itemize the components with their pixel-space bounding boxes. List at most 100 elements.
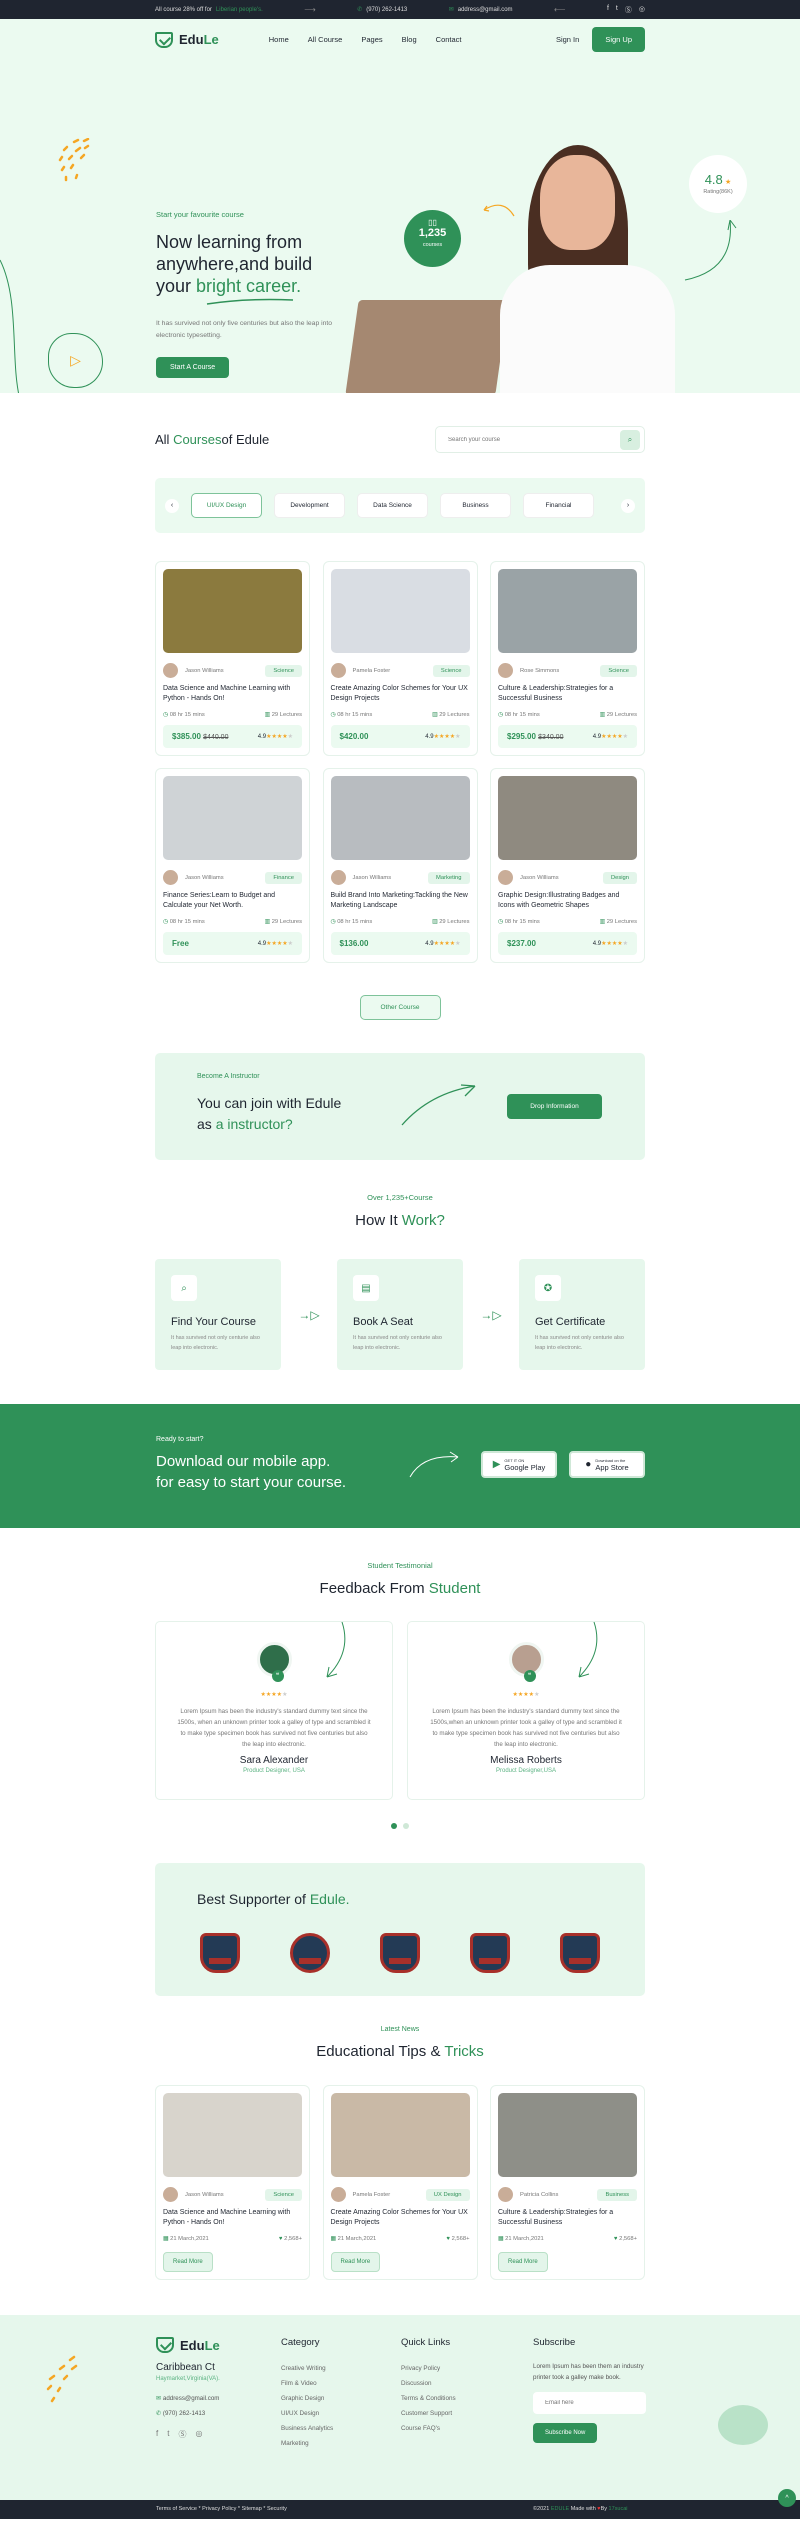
footer-category-link[interactable]: Graphic Design xyxy=(281,2391,401,2406)
author-avatar xyxy=(498,2187,513,2202)
course-title[interactable]: Culture & Leadership:Strategies for a Su… xyxy=(498,684,637,704)
footer-contact: EduLe Caribbean Ct Haymarket,Virginia(VA… xyxy=(156,2337,281,2451)
drop-information-button[interactable]: Drop Information xyxy=(507,1094,602,1119)
heart-icon: ♥ xyxy=(446,2236,450,2242)
calendar-icon: ▦ xyxy=(330,2236,336,2242)
tab-data-science[interactable]: Data Science xyxy=(357,493,428,518)
course-title[interactable]: Finance Series:Learn to Budget and Calcu… xyxy=(163,891,302,911)
footer-email[interactable]: ✉ address@gmail.com xyxy=(156,2391,281,2406)
course-card[interactable]: Jason Williams Marketing Build Brand Into… xyxy=(322,768,478,963)
app-store-button[interactable]: ● Download on the App Store xyxy=(569,1451,645,1478)
university-crest-3 xyxy=(380,1933,420,1973)
clock-icon: ◷ xyxy=(163,919,169,925)
course-card[interactable]: Pamela Foster Science Create Amazing Colo… xyxy=(322,561,478,756)
subscribe-button[interactable]: Subscribe Now xyxy=(533,2423,598,2443)
how-subtitle: Over 1,235+Course xyxy=(367,1193,433,1202)
footer-category-link[interactable]: Business Analytics xyxy=(281,2421,401,2436)
tab-development[interactable]: Development xyxy=(274,493,345,518)
news-title[interactable]: Data Science and Machine Learning with P… xyxy=(163,2208,302,2228)
footer-quick-link[interactable]: Customer Support xyxy=(401,2406,533,2421)
nav-all-course[interactable]: All Course xyxy=(308,35,343,44)
footer-logo[interactable]: EduLe xyxy=(156,2337,281,2353)
course-card[interactable]: Rose Simmons Science Culture & Leadership… xyxy=(490,561,645,756)
star-icon: ★★★★ xyxy=(266,941,288,947)
footer-category-link[interactable]: UI/UX Design xyxy=(281,2406,401,2421)
search-input[interactable] xyxy=(448,436,598,443)
play-video-button[interactable]: ▷ xyxy=(48,333,103,388)
course-image xyxy=(330,569,470,653)
university-crest-4 xyxy=(470,1933,510,1973)
nav-pages[interactable]: Pages xyxy=(361,35,382,44)
tabs-prev-button[interactable]: ‹ xyxy=(165,498,179,513)
twitter-icon[interactable]: t xyxy=(616,5,618,15)
nav-blog[interactable]: Blog xyxy=(402,35,417,44)
carousel-dot-1[interactable] xyxy=(391,1823,397,1829)
footer-category-link[interactable]: Creative Writing xyxy=(281,2361,401,2376)
tab-financial[interactable]: Financial xyxy=(523,493,594,518)
topbar-email[interactable]: ✉ address@gmail.com xyxy=(449,6,513,14)
footer-phone[interactable]: ✆ (970) 262-1413 xyxy=(156,2406,281,2421)
instructor-name: Jason Williams xyxy=(185,874,224,881)
course-title[interactable]: Create Amazing Color Schemes for Your UX… xyxy=(331,684,470,704)
hero-section: ▷ Start your favourite course Now learni… xyxy=(0,60,800,393)
footer-quick-link[interactable]: Terms & Conditions xyxy=(401,2391,533,2406)
decorative-dashes-icon xyxy=(46,2355,78,2403)
star-empty-icon: ★ xyxy=(622,941,628,947)
course-title[interactable]: Graphic Design:Illustrating Badges and I… xyxy=(498,891,637,911)
star-icon: ★★★★ xyxy=(601,734,623,740)
tabs-next-button[interactable]: › xyxy=(621,498,635,513)
news-title[interactable]: Culture & Leadership:Strategies for a Su… xyxy=(498,2208,637,2228)
footer-quick-link[interactable]: Course FAQ's xyxy=(401,2421,533,2436)
tab-uiux-design[interactable]: UI/UX Design xyxy=(191,493,262,518)
course-price: $136.00 xyxy=(339,939,369,948)
topbar-phone[interactable]: ✆ (970) 262-1413 xyxy=(357,6,407,14)
read-more-button[interactable]: Read More xyxy=(330,2252,381,2272)
carousel-dot-2[interactable] xyxy=(403,1823,409,1829)
course-title[interactable]: Build Brand Into Marketing:Tackling the … xyxy=(331,891,470,911)
course-title[interactable]: Data Science and Machine Learning with P… xyxy=(163,684,302,704)
category-tag: Business xyxy=(597,2188,637,2201)
footer-category-link[interactable]: Marketing xyxy=(281,2436,401,2451)
sign-in-link[interactable]: Sign In xyxy=(556,35,579,44)
footer-category-link[interactable]: Film & Video xyxy=(281,2376,401,2391)
how-title: How It Work? xyxy=(355,1212,445,1229)
news-date: ▦ 21 March,2021 xyxy=(498,2236,544,2242)
course-price: $385.00 $440.00 xyxy=(172,732,229,741)
footer-quick-link[interactable]: Discussion xyxy=(401,2376,533,2391)
read-more-button[interactable]: Read More xyxy=(498,2252,548,2272)
footer-quick-link[interactable]: Privacy Policy xyxy=(401,2361,533,2376)
instagram-icon[interactable]: ◎ xyxy=(639,5,645,15)
subscribe-email-input[interactable] xyxy=(533,2392,646,2414)
twitter-icon[interactable]: t xyxy=(167,2429,169,2440)
news-title[interactable]: Create Amazing Color Schemes for Your UX… xyxy=(331,2208,470,2228)
carousel-dots xyxy=(155,1823,645,1829)
sign-up-button[interactable]: Sign Up xyxy=(592,27,645,52)
course-card[interactable]: Jason Williams Design Graphic Design:Illu… xyxy=(490,768,645,963)
legal-links[interactable]: Terms of Service * Privacy Policy * Site… xyxy=(156,2506,287,2512)
instructor-avatar xyxy=(163,870,178,885)
tab-business[interactable]: Business xyxy=(440,493,511,518)
promo-highlight[interactable]: Liberian people's. xyxy=(216,7,263,13)
instagram-icon[interactable]: ◎ xyxy=(195,2429,202,2440)
read-more-button[interactable]: Read More xyxy=(163,2252,213,2272)
category-tag: UX Design xyxy=(425,2188,470,2201)
skype-icon[interactable]: Ⓢ xyxy=(178,2429,186,2440)
skype-icon[interactable]: Ⓢ xyxy=(625,5,632,15)
scroll-to-top-button[interactable]: ^ xyxy=(778,2489,796,2507)
search-button[interactable]: ⌕ xyxy=(620,429,640,450)
category-tabs: ‹ UI/UX Design Development Data Science … xyxy=(155,478,645,533)
facebook-icon[interactable]: f xyxy=(156,2429,158,2440)
clock-icon: ◷ xyxy=(163,712,169,718)
course-card[interactable]: Jason Williams Science Data Science and M… xyxy=(155,561,310,756)
play-icon: ▷ xyxy=(70,352,81,368)
logo[interactable]: EduLe xyxy=(155,31,219,48)
rating-badge: 4.8 ★ Rating(86K) xyxy=(689,155,747,213)
hero-subtitle: Start your favourite course xyxy=(156,210,244,219)
facebook-icon[interactable]: f xyxy=(607,5,609,15)
nav-contact[interactable]: Contact xyxy=(436,35,462,44)
nav-home[interactable]: Home xyxy=(269,35,289,44)
other-course-button[interactable]: Other Course xyxy=(359,995,441,1020)
google-play-button[interactable]: ▶ GET IT ON Google Play xyxy=(481,1451,557,1478)
course-card[interactable]: Jason Williams Finance Finance Series:Lea… xyxy=(155,768,310,963)
start-course-button[interactable]: Start A Course xyxy=(156,357,230,378)
